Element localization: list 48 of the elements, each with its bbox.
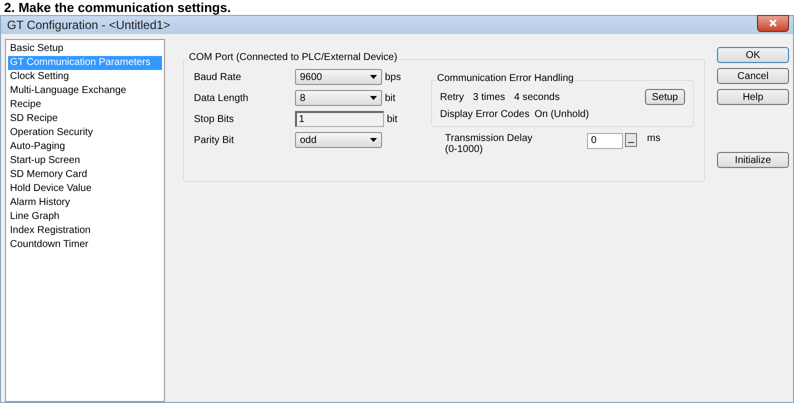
window-title: GT Configuration - <Untitled1> [7, 18, 170, 32]
dropdown-field[interactable]: 8 [294, 90, 382, 106]
field-label: Stop Bits [194, 114, 235, 124]
field-label: Data Length [194, 92, 250, 104]
initialize-button[interactable]: Initialize [717, 152, 789, 168]
input-field[interactable]: 1 [294, 111, 384, 127]
dropdown-caret-icon [370, 96, 377, 100]
error-codes-value: On (Unhold) [534, 109, 589, 120]
dropdown-caret-icon [370, 138, 377, 142]
keypad-button-icon[interactable] [625, 133, 637, 147]
setup-button[interactable]: Setup [644, 89, 685, 105]
group-title: COM Port (Connected to PLC/External Device) [188, 52, 398, 63]
dropdown-caret-icon [370, 75, 377, 79]
category-item[interactable]: SD Recipe [8, 112, 162, 126]
unit-label: bps [384, 72, 401, 82]
page-heading: 2. Make the communication settings. [4, 0, 231, 15]
group-title: Communication Error Handling [436, 73, 575, 84]
category-item[interactable]: Start-up Screen [8, 154, 162, 168]
unit-label: bit [384, 92, 396, 104]
field-label: Baud Rate [194, 72, 242, 82]
category-item[interactable]: Auto-Paging [8, 140, 162, 154]
category-item[interactable]: Operation Security [8, 126, 162, 140]
dialog-button[interactable]: Help [717, 89, 789, 105]
category-item[interactable]: Countdown Timer [8, 238, 162, 252]
close-icon [769, 19, 777, 27]
category-item[interactable]: Hold Device Value [8, 182, 162, 196]
dialog-button[interactable]: OK [717, 47, 789, 63]
category-item[interactable]: Multi-Language Exchange [8, 84, 162, 98]
close-button[interactable] [757, 14, 789, 32]
category-item[interactable]: SD Memory Card [8, 168, 162, 182]
error-codes-label: Display Error Codes [440, 109, 530, 120]
category-item[interactable]: Line Graph [8, 210, 162, 224]
category-item[interactable]: Basic Setup [8, 42, 162, 56]
dropdown-field[interactable]: 9600 [294, 69, 382, 85]
field-label: Parity Bit [194, 134, 235, 146]
retry-label: Retry [440, 92, 464, 102]
dropdown-field[interactable]: odd [294, 132, 382, 148]
retry-times: 3 times [472, 92, 506, 102]
category-item[interactable]: Index Registration [8, 224, 162, 238]
retry-seconds: 4 seconds [514, 92, 560, 102]
category-item[interactable]: Clock Setting [8, 70, 162, 84]
input-field[interactable]: 0 [587, 133, 623, 149]
unit-label: ms [647, 133, 660, 144]
unit-label: bit [386, 114, 398, 124]
category-item[interactable]: Recipe [8, 98, 162, 112]
dialog-button[interactable]: Cancel [717, 68, 789, 84]
category-item[interactable]: Alarm History [8, 196, 162, 210]
transmission-delay-label: Transmission Delay (0-1000) [445, 133, 534, 155]
